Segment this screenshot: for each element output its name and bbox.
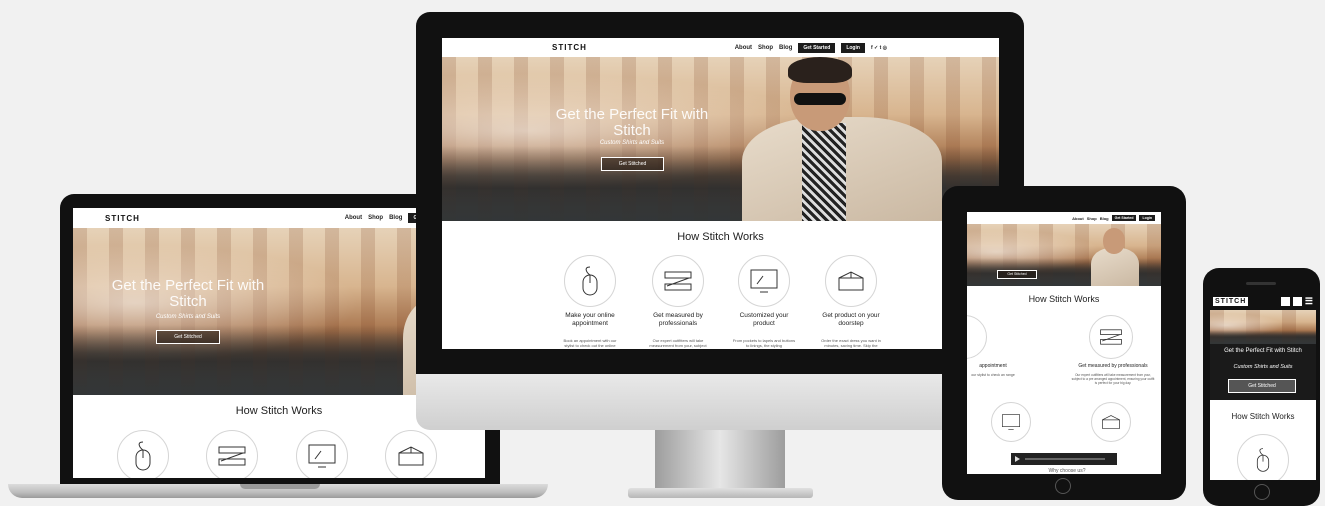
- volume-icon[interactable]: [1292, 296, 1302, 306]
- step-monitor-circle: [296, 430, 348, 478]
- imac-stand-foot: [628, 488, 813, 498]
- nav-shop-link[interactable]: Shop: [368, 215, 383, 221]
- imac-chin: [416, 374, 1024, 430]
- step-title: Get product on your doorstep: [822, 312, 880, 327]
- step-mouse-circle: [117, 430, 169, 478]
- hero-cta-button[interactable]: Get Stitched: [156, 330, 220, 344]
- video-progress-track[interactable]: [1025, 458, 1105, 460]
- step-mouse-circle: [967, 315, 987, 359]
- nav-login-button[interactable]: Login: [1139, 215, 1155, 221]
- how-section-title: How Stitch Works: [1028, 294, 1100, 304]
- monitor-icon: [750, 269, 778, 293]
- step-measure-circle: [206, 430, 258, 478]
- phone-speaker: [1246, 282, 1276, 285]
- tablet-hero: Get Stitched: [967, 224, 1161, 286]
- how-section-title: How Stitch Works: [677, 231, 764, 243]
- nav-about-link[interactable]: About: [1072, 216, 1084, 221]
- step-measure-circle: [652, 255, 704, 307]
- step-title: appointment: [979, 363, 1007, 369]
- step-monitor-circle: [991, 402, 1031, 442]
- nav-get-started-button[interactable]: Get Started: [1111, 215, 1137, 221]
- nav-blog-link[interactable]: Blog: [389, 215, 402, 221]
- nav-blog-link[interactable]: Blog: [1100, 216, 1109, 221]
- hero-cta-button[interactable]: Get Stitched: [601, 157, 664, 171]
- tablet-screen: About Shop Blog Get Started Login Get St…: [967, 212, 1161, 474]
- phone-hero-image: [1210, 310, 1316, 344]
- nav-about-link[interactable]: About: [345, 215, 362, 221]
- mouse-icon: [1256, 448, 1270, 472]
- step-title: Get measured by professionals: [653, 312, 703, 327]
- box-icon: [838, 271, 864, 291]
- step-title: Make your online appointment: [565, 312, 615, 327]
- step-description: Book an appointment with our stylist to …: [563, 338, 617, 348]
- hero-title: Get the Perfect Fit with Stitch: [1224, 348, 1302, 354]
- monitor-icon: [1002, 414, 1020, 430]
- hero-cta-button[interactable]: Get Stitched: [997, 270, 1037, 279]
- nav-about-link[interactable]: About: [735, 45, 752, 51]
- measuring-tape-icon: [218, 446, 246, 466]
- hero-title: Get the Perfect Fit with Stitch: [555, 106, 709, 139]
- step-description: Our expert outfitters will take measurem…: [649, 338, 707, 348]
- step-description: From pockets to lapels and buttons to li…: [732, 338, 796, 348]
- hero-model-image: [1085, 224, 1145, 286]
- laptop-notch: [240, 484, 320, 489]
- play-icon[interactable]: [1015, 456, 1020, 462]
- nav-blog-link[interactable]: Blog: [779, 45, 792, 51]
- step-description: our stylist to check an range: [971, 373, 1015, 377]
- imac-stand: [655, 430, 785, 492]
- step-description: Order the exact dress you want in minute…: [821, 338, 881, 348]
- nav-login-button[interactable]: Login: [841, 42, 865, 53]
- hero-title: Get the Perfect Fit with Stitch: [111, 277, 265, 310]
- video-player-bar[interactable]: [1011, 453, 1117, 465]
- hero-subtitle: Custom Shirts and Suits: [155, 314, 221, 320]
- step-mouse-circle: [1237, 434, 1289, 480]
- box-icon: [1102, 415, 1120, 429]
- hero-subtitle: Custom Shirts and Suits: [599, 140, 665, 146]
- imac-hero: Get the Perfect Fit with Stitch Custom S…: [442, 57, 999, 221]
- step-box-circle: [825, 255, 877, 307]
- edit-icon[interactable]: [1280, 296, 1290, 306]
- nav-shop-link[interactable]: Shop: [1087, 216, 1097, 221]
- step-box-circle: [1091, 402, 1131, 442]
- phone-nav: STITCH ☰: [1210, 292, 1316, 310]
- step-title: Get measured by professionals: [1078, 363, 1148, 369]
- imac-nav: STITCH About Shop Blog Get Started Login…: [442, 38, 999, 57]
- monitor-icon: [308, 444, 336, 468]
- box-icon: [398, 446, 424, 466]
- step-box-circle: [385, 430, 437, 478]
- phone-hero-panel: Get the Perfect Fit with Stitch Custom S…: [1210, 344, 1316, 400]
- menu-icon[interactable]: ☰: [1305, 296, 1313, 307]
- video-label: Why choose us?: [1048, 468, 1086, 474]
- nav-get-started-button[interactable]: Get Started: [798, 42, 836, 53]
- phone-home-button[interactable]: [1254, 484, 1270, 500]
- step-monitor-circle: [738, 255, 790, 307]
- tablet-home-button[interactable]: [1055, 478, 1071, 494]
- social-icons[interactable]: f ✓ t ◎: [871, 45, 887, 51]
- site-logo[interactable]: STITCH: [1213, 296, 1249, 306]
- mouse-icon: [135, 441, 151, 471]
- step-mouse-circle: [564, 255, 616, 307]
- measuring-tape-icon: [1100, 329, 1122, 345]
- step-measure-circle: [1089, 315, 1133, 359]
- mouse-icon: [582, 266, 598, 296]
- step-description: Our expert outfitters will take measurem…: [1071, 373, 1155, 385]
- imac-screen: STITCH About Shop Blog Get Started Login…: [442, 38, 999, 349]
- tablet-nav: About Shop Blog Get Started Login: [967, 212, 1161, 224]
- hero-subtitle: Custom Shirts and Suits: [1233, 364, 1293, 370]
- step-title: Customized your product: [739, 312, 789, 327]
- measuring-tape-icon: [664, 271, 692, 291]
- site-logo[interactable]: STITCH: [105, 214, 140, 223]
- site-logo[interactable]: STITCH: [552, 43, 587, 52]
- nav-shop-link[interactable]: Shop: [758, 45, 773, 51]
- hero-cta-button[interactable]: Get Stitched: [1228, 379, 1296, 393]
- how-section-title: How Stitch Works: [1231, 412, 1295, 421]
- phone-screen: STITCH ☰ Get the Perfect Fit with Stitch…: [1210, 292, 1316, 480]
